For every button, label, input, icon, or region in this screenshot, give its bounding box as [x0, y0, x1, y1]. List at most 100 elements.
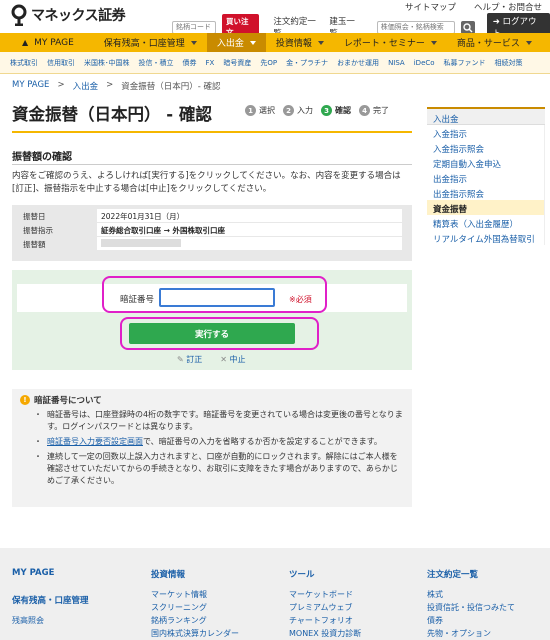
subnav-item[interactable]: おまかせ運用 — [337, 58, 379, 68]
nav-label: 商品・サービス — [456, 39, 520, 49]
list-item: 連続して一定の回数以上誤入力されますと、口座が自動的にロックされます。解除にはご… — [34, 451, 404, 487]
main-nav: ▲ MY PAGE 保有残高・口座管理 入出金 投資情報 レポート・セミナー 商品… — [0, 33, 550, 52]
breadcrumb-mypage[interactable]: MY PAGE — [12, 80, 49, 92]
sidebar: 入出金 入金指示 入金指示照会 定期自動入金申込 出金指示 出金指示照会 資金振… — [427, 107, 545, 245]
footer-col-mypage: MY PAGE 保有残高・口座管理 残高照会 — [12, 568, 89, 627]
footer-link[interactable]: マーケット情報 — [151, 588, 239, 601]
subnav-item[interactable]: iDeCo — [414, 59, 435, 67]
nav-reports[interactable]: レポート・セミナー — [334, 33, 447, 52]
transfer-details-table: 振替日 2022年01月31日（月） 振替指示 証券総合取引口座 → 外国株取引… — [12, 205, 412, 261]
sidebar-item[interactable]: リアルタイム外国為替取引 — [427, 230, 544, 245]
step-input: 2 入力 — [283, 105, 313, 116]
footer-link[interactable]: 残高照会 — [12, 614, 89, 627]
subnav-item[interactable]: 債券 — [183, 58, 197, 68]
footer-subheading[interactable]: 保有残高・口座管理 — [12, 594, 89, 606]
subnav-item[interactable]: 私募ファンド — [444, 58, 486, 68]
footer-link[interactable]: 株式 — [427, 588, 515, 601]
correct-link[interactable]: ✎ 訂正 — [177, 354, 202, 365]
cancel-link[interactable]: ✕ 中止 — [220, 354, 245, 365]
nav-deposit[interactable]: 入出金 — [206, 33, 266, 52]
subnav-item[interactable]: 米国株･中国株 — [84, 58, 130, 68]
pin-note: ! 暗証番号について 暗証番号は、口座登録時の4桁の数字です。暗証番号を変更されて… — [12, 389, 412, 507]
help-link[interactable]: ヘルプ・お問合せ — [474, 1, 542, 13]
highlight-ring — [102, 276, 327, 313]
footer-col-invest: 投資情報 マーケット情報 スクリーニング 銘柄ランキング 国内株式決算カレンダー — [151, 568, 239, 640]
sitemap-link[interactable]: サイトマップ — [405, 1, 456, 13]
breadcrumb-deposit[interactable]: 入出金 — [73, 80, 99, 92]
search-button[interactable] — [460, 20, 475, 34]
transfer-amount-value — [97, 237, 402, 250]
footer-link[interactable]: 債券 — [427, 614, 515, 627]
step-label: 完了 — [373, 106, 389, 115]
stock-search-input[interactable] — [376, 20, 455, 34]
row-label: 振替額 — [17, 237, 97, 250]
footer: MY PAGE 保有残高・口座管理 残高照会 投資情報 マーケット情報 スクリー… — [0, 548, 550, 640]
sidebar-item[interactable]: 出金指示 — [427, 170, 544, 185]
footer-link[interactable]: 国内株式決算カレンダー — [151, 627, 239, 640]
nav-holdings[interactable]: 保有残高・口座管理 — [84, 33, 207, 52]
logout-icon: ➜ — [492, 17, 500, 27]
subnav-item[interactable]: FX — [206, 59, 215, 67]
footer-link[interactable]: 先物・オプション — [427, 627, 515, 640]
logo-icon — [10, 4, 28, 27]
sidebar-list: 入金指示 入金指示照会 定期自動入金申込 出金指示 出金指示照会 資金振替 精算… — [427, 125, 545, 245]
sidebar-header[interactable]: 入出金 — [427, 107, 545, 125]
subnav-item[interactable]: 相続対策 — [495, 58, 523, 68]
step-label: 選択 — [259, 106, 275, 115]
transfer-direction-value: 証券総合取引口座 → 外国株取引口座 — [97, 223, 402, 236]
chevron-down-icon — [317, 40, 324, 45]
sidebar-item-active[interactable]: 資金振替 — [427, 200, 544, 215]
note-title-text: 暗証番号について — [34, 396, 102, 406]
subnav-item[interactable]: 株式取引 — [10, 58, 38, 68]
instructions-text: 内容をご確認のうえ、よろしければ[実行する]をクリックしてください。なお、内容を… — [12, 171, 401, 194]
stock-code-input[interactable] — [172, 20, 216, 34]
subnav-item[interactable]: NISA — [388, 59, 405, 67]
subnav-item[interactable]: 金・プラチナ — [286, 58, 328, 68]
sidebar-item[interactable]: 入金指示照会 — [427, 140, 544, 155]
chevron-down-icon — [430, 40, 437, 45]
nav-label: 保有残高・口座管理 — [103, 39, 185, 49]
logo[interactable]: マネックス証券 — [10, 4, 126, 27]
info-icon: ! — [20, 395, 30, 405]
nav-mypage[interactable]: ▲ MY PAGE — [0, 33, 84, 52]
pin-settings-link[interactable]: 暗証番号入力要否設定画面 — [47, 437, 143, 446]
step-label: 入力 — [297, 106, 313, 115]
step-number: 3 — [321, 105, 332, 116]
subnav-item[interactable]: 先OP — [260, 58, 277, 68]
table-row: 振替指示 証券総合取引口座 → 外国株取引口座 — [17, 223, 407, 236]
nav-label: レポート・セミナー — [343, 39, 425, 49]
sidebar-item[interactable]: 出金指示照会 — [427, 185, 544, 200]
section-divider — [12, 164, 412, 165]
list-item: 暗証番号入力要否設定画面で、暗証番号の入力を省略するか否かを設定することができま… — [34, 436, 404, 448]
footer-link[interactable]: プレミアムウェブ — [289, 601, 361, 614]
nav-products[interactable]: 商品・サービス — [447, 33, 542, 52]
footer-link[interactable]: MONEX 投資力診断 — [289, 627, 361, 640]
correct-label: 訂正 — [186, 355, 203, 364]
sidebar-item[interactable]: 精算表（入出金履歴） — [427, 215, 544, 230]
footer-heading[interactable]: 注文約定一覧 — [427, 568, 515, 580]
footer-link[interactable]: 投資信託・投信つみたて — [427, 601, 515, 614]
sidebar-item[interactable]: 入金指示 — [427, 125, 544, 140]
footer-link[interactable]: マーケットボード — [289, 588, 361, 601]
footer-link[interactable]: 銘柄ランキング — [151, 614, 239, 627]
subnav-item[interactable]: 投信・積立 — [139, 58, 174, 68]
cancel-label: 中止 — [229, 355, 246, 364]
footer-link[interactable]: スクリーニング — [151, 601, 239, 614]
row-label: 振替指示 — [17, 223, 97, 236]
nav-label: MY PAGE — [34, 37, 74, 48]
pencil-icon: ✎ — [177, 355, 184, 364]
redacted-amount — [101, 239, 181, 247]
step-confirm: 3 確認 — [321, 105, 351, 116]
transfer-date-value: 2022年01月31日（月） — [97, 209, 402, 222]
subnav-item[interactable]: 暗号資産 — [223, 58, 251, 68]
step-number: 1 — [245, 105, 256, 116]
footer-link[interactable]: チャートフォリオ — [289, 614, 361, 627]
footer-heading[interactable]: ツール — [289, 568, 361, 580]
footer-col-tools: ツール マーケットボード プレミアムウェブ チャートフォリオ MONEX 投資力… — [289, 568, 361, 640]
footer-heading[interactable]: 投資情報 — [151, 568, 239, 580]
breadcrumb-separator: > — [57, 80, 65, 90]
nav-invest-info[interactable]: 投資情報 — [266, 33, 334, 52]
sidebar-item[interactable]: 定期自動入金申込 — [427, 155, 544, 170]
footer-heading[interactable]: MY PAGE — [12, 568, 89, 578]
subnav-item[interactable]: 信用取引 — [47, 58, 75, 68]
